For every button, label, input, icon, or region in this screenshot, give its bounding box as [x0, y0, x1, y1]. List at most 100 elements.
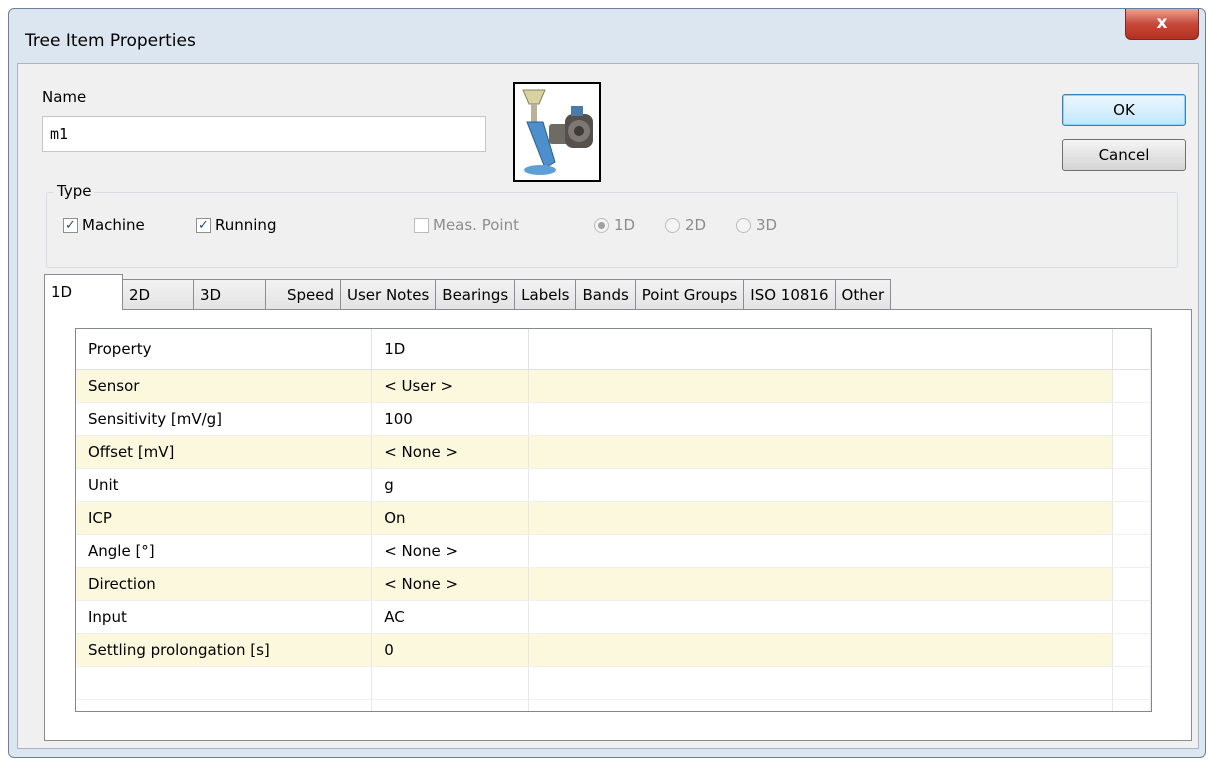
value-cell[interactable]: < User > [371, 369, 530, 403]
table-row[interactable]: Offset [mV] < None > [76, 435, 1151, 469]
ok-button[interactable]: OK [1062, 94, 1186, 126]
blank-cell [1112, 666, 1151, 700]
property-cell: Unit [76, 468, 373, 502]
blank-cell [528, 534, 1113, 568]
checkbox-checked-icon: ✓ [63, 217, 78, 233]
property-cell: Direction [76, 567, 373, 601]
grid-header-row: Property 1D [76, 329, 1151, 370]
radio-2d-label: 2D [685, 216, 707, 234]
blank-cell [1112, 468, 1151, 502]
checkbox-unchecked-icon [414, 217, 429, 233]
empty-row [76, 699, 1151, 711]
blank-cell [528, 369, 1113, 403]
machine-checkbox-label: Machine [82, 216, 145, 234]
blank-cell [528, 501, 1113, 535]
blank-cell [1112, 534, 1151, 568]
property-cell: Sensitivity [mV/g] [76, 402, 373, 436]
value-cell[interactable]: 0 [371, 633, 530, 667]
header-blank [528, 329, 1113, 370]
table-row[interactable]: Settling prolongation [s] 0 [76, 633, 1151, 667]
header-blank [1112, 329, 1151, 370]
radio-1d-label: 1D [614, 216, 636, 234]
blank-cell [528, 666, 1113, 700]
title-bar[interactable]: Tree Item Properties x [9, 9, 1205, 63]
table-row[interactable]: ICP On [76, 501, 1151, 535]
blank-cell [528, 468, 1113, 502]
value-cell[interactable]: < None > [371, 567, 530, 601]
table-row[interactable]: Direction < None > [76, 567, 1151, 601]
tab-other[interactable]: Other [834, 279, 892, 310]
machine-icon[interactable] [513, 82, 601, 182]
running-checkbox-label: Running [215, 216, 277, 234]
property-cell: Angle [°] [76, 534, 373, 568]
tab-bearings[interactable]: Bearings [435, 279, 516, 310]
radio-2d[interactable]: 2D [665, 216, 706, 234]
empty-row [76, 666, 1151, 700]
table-row[interactable]: Angle [°] < None > [76, 534, 1151, 568]
table-row[interactable]: Unit g [76, 468, 1151, 502]
value-cell[interactable]: < None > [371, 435, 530, 469]
tab-panel-1d: Property 1D Sensor < User > Sensitivity … [44, 309, 1192, 741]
tab-bands[interactable]: Bands [575, 279, 636, 310]
blank-cell [76, 666, 373, 700]
tab-3d[interactable]: 3D [193, 279, 266, 310]
tab-user-notes[interactable]: User Notes [340, 279, 437, 310]
close-button[interactable]: x [1125, 9, 1199, 40]
blank-cell [1112, 600, 1151, 634]
blank-cell [1112, 567, 1151, 601]
tab-speed[interactable]: Speed [265, 279, 341, 310]
radio-selected-icon [594, 217, 609, 233]
radio-3d[interactable]: 3D [736, 216, 777, 234]
blank-cell [528, 435, 1113, 469]
machine-checkbox[interactable]: ✓ Machine [63, 216, 145, 234]
blank-cell [528, 600, 1113, 634]
property-grid: Property 1D Sensor < User > Sensitivity … [75, 328, 1152, 712]
blank-cell [528, 699, 1113, 711]
blank-cell [371, 666, 530, 700]
header-property[interactable]: Property [76, 329, 373, 370]
blank-cell [528, 633, 1113, 667]
value-cell[interactable]: On [371, 501, 530, 535]
radio-1d[interactable]: 1D [594, 216, 635, 234]
tab-point-groups[interactable]: Point Groups [634, 279, 745, 310]
property-cell: Offset [mV] [76, 435, 373, 469]
property-cell: Sensor [76, 369, 373, 403]
meas-point-checkbox[interactable]: Meas. Point [414, 216, 519, 234]
tab-iso-10816[interactable]: ISO 10816 [743, 279, 836, 310]
blank-cell [76, 699, 373, 711]
type-group-title: Type [54, 182, 95, 200]
value-cell[interactable]: < None > [371, 534, 530, 568]
property-cell: ICP [76, 501, 373, 535]
blank-cell [528, 567, 1113, 601]
tab-labels[interactable]: Labels [514, 279, 577, 310]
blank-cell [1112, 633, 1151, 667]
dialog-body: Name m1 OK Cancel Type ✓ Machine ✓ Runni… [17, 63, 1199, 749]
value-cell[interactable]: AC [371, 600, 530, 634]
running-checkbox[interactable]: ✓ Running [196, 216, 276, 234]
property-table: Property 1D Sensor < User > Sensitivity … [76, 329, 1151, 711]
window-title: Tree Item Properties [25, 31, 196, 51]
value-cell[interactable]: 100 [371, 402, 530, 436]
property-cell: Input [76, 600, 373, 634]
property-cell: Settling prolongation [s] [76, 633, 373, 667]
cancel-button[interactable]: Cancel [1062, 139, 1186, 171]
radio-unselected-icon [665, 217, 680, 233]
name-input[interactable]: m1 [42, 116, 486, 152]
tab-strip: 1D 2D 3D Speed User Notes Bearings Label… [44, 274, 892, 310]
blank-cell [528, 402, 1113, 436]
value-cell[interactable]: g [371, 468, 530, 502]
header-1d[interactable]: 1D [371, 329, 530, 370]
blank-cell [1112, 501, 1151, 535]
radio-unselected-icon [736, 217, 751, 233]
name-label: Name [42, 88, 87, 106]
radio-3d-label: 3D [756, 216, 778, 234]
blank-cell [1112, 369, 1151, 403]
tab-2d[interactable]: 2D [122, 279, 194, 310]
blank-cell [1112, 699, 1151, 711]
table-row[interactable]: Sensitivity [mV/g] 100 [76, 402, 1151, 436]
table-row[interactable]: Input AC [76, 600, 1151, 634]
tab-1d[interactable]: 1D [44, 274, 123, 310]
table-row[interactable]: Sensor < User > [76, 369, 1151, 403]
blank-cell [371, 699, 530, 711]
blank-cell [1112, 402, 1151, 436]
